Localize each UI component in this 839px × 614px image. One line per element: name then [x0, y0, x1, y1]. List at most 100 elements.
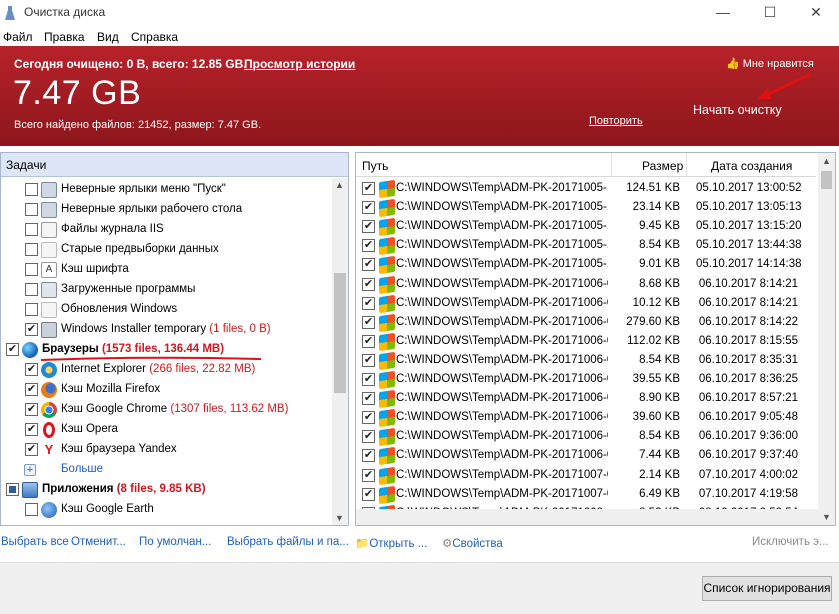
task-row[interactable]: Загруженные программы: [1, 280, 331, 300]
file-checkbox[interactable]: ✔: [362, 239, 375, 253]
properties-button[interactable]: ⚙Свойства: [442, 536, 503, 550]
more-row[interactable]: + Больше: [1, 460, 331, 480]
file-checkbox[interactable]: ✔: [362, 353, 375, 367]
files-scrollbar[interactable]: ▲ ▼: [818, 153, 835, 525]
history-link[interactable]: Просмотр истории: [244, 57, 355, 71]
file-checkbox[interactable]: ✔: [362, 315, 375, 329]
menu-file[interactable]: Файл: [3, 30, 33, 44]
file-row[interactable]: ✔ C:\WINDOWS\Temp\ADM-PK-20171006-0... 8.5…: [356, 427, 816, 447]
maximize-button[interactable]: ☐: [747, 0, 793, 26]
task-checkbox[interactable]: ✔: [25, 443, 38, 456]
task-row[interactable]: Кэш Google Earth: [1, 500, 331, 520]
file-checkbox[interactable]: ✔: [362, 468, 375, 482]
cancel-link[interactable]: Отменит...: [71, 536, 126, 548]
menu-view[interactable]: Вид: [97, 30, 119, 44]
menu-help[interactable]: Справка: [131, 30, 178, 44]
file-row[interactable]: ✔ C:\WINDOWS\Temp\ADM-PK-20171005-1... 9.4…: [356, 217, 816, 237]
task-checkbox[interactable]: ✔: [25, 363, 38, 376]
select-all-link[interactable]: Выбрать все: [1, 536, 69, 548]
file-row[interactable]: ✔ C:\WINDOWS\Temp\ADM-PK-20171005-1... 124…: [356, 179, 816, 199]
scroll-thumb[interactable]: [334, 273, 346, 393]
scroll-thumb[interactable]: [821, 171, 832, 189]
column-date[interactable]: Дата создания: [711, 159, 792, 173]
file-row[interactable]: ✔ C:\WINDOWS\Temp\ADM-PK-20171005-1... 23.…: [356, 198, 816, 218]
file-checkbox[interactable]: ✔: [362, 201, 375, 215]
start-cleanup-button[interactable]: Начать очистку: [693, 103, 782, 117]
task-checkbox[interactable]: [25, 203, 38, 216]
file-checkbox[interactable]: ✔: [362, 182, 375, 195]
open-button[interactable]: 📁Открыть ...: [355, 536, 427, 550]
file-checkbox[interactable]: ✔: [362, 411, 375, 425]
file-checkbox[interactable]: ✔: [362, 334, 375, 348]
close-button[interactable]: ✕: [793, 0, 839, 26]
task-checkbox[interactable]: [25, 223, 38, 236]
group-applications[interactable]: Приложения (8 files, 9.85 KB): [1, 480, 331, 500]
file-checkbox[interactable]: ✔: [362, 487, 375, 501]
task-row[interactable]: ✔ Кэш Opera: [1, 420, 331, 440]
file-row[interactable]: ✔ C:\WINDOWS\Temp\ADM-PK-20171006-0... 10.…: [356, 294, 816, 314]
file-checkbox[interactable]: ✔: [362, 296, 375, 310]
file-checkbox[interactable]: ✔: [362, 373, 375, 386]
select-files-link[interactable]: Выбрать файлы и па...: [227, 536, 349, 548]
menu-edit[interactable]: Правка: [44, 30, 85, 44]
file-checkbox[interactable]: ✔: [362, 392, 375, 406]
task-checkbox[interactable]: [25, 503, 38, 516]
task-row[interactable]: A Кэш шрифта: [1, 260, 331, 280]
scroll-up-icon[interactable]: ▲: [822, 156, 831, 166]
task-checkbox[interactable]: [25, 263, 38, 276]
task-checkbox[interactable]: [25, 243, 38, 256]
file-row[interactable]: ✔ C:\WINDOWS\Temp\ADM-PK-20171007-0... 2.1…: [356, 466, 816, 486]
task-row[interactable]: ✔ Y Кэш браузера Yandex: [1, 440, 331, 460]
task-checkbox[interactable]: ✔: [25, 423, 38, 436]
defaults-link[interactable]: По умолчан...: [139, 536, 211, 548]
file-checkbox[interactable]: ✔: [362, 258, 375, 272]
file-row[interactable]: ✔ C:\WINDOWS\Temp\ADM-PK-20171006-0... 8.6…: [356, 275, 816, 295]
file-row[interactable]: ✔ C:\WINDOWS\Temp\ADM-PK-20171006-0... 112…: [356, 332, 816, 352]
file-row[interactable]: ✔ C:\WINDOWS\Temp\ADM-PK-20171006-0... 8.9…: [356, 389, 816, 409]
file-row[interactable]: ✔ C:\WINDOWS\Temp\ADM-PK-20171006-0... 8.5…: [356, 351, 816, 371]
expand-plus-icon[interactable]: +: [24, 464, 36, 476]
scroll-up-icon[interactable]: ▲: [335, 180, 344, 190]
task-row[interactable]: Неверные ярлыки рабочего стола: [1, 200, 331, 220]
repeat-link[interactable]: Повторить: [589, 115, 643, 127]
column-size[interactable]: Размер: [642, 159, 683, 173]
task-checkbox[interactable]: [25, 283, 38, 296]
task-row[interactable]: Неверные ярлыки меню "Пуск": [1, 180, 331, 200]
task-row[interactable]: Обновления Windows: [1, 300, 331, 320]
tasks-scrollbar[interactable]: ▲ ▼: [332, 178, 348, 525]
exclude-link[interactable]: Исключить э...: [752, 536, 829, 548]
task-row[interactable]: Файлы журнала IIS: [1, 220, 331, 240]
file-checkbox[interactable]: ✔: [362, 277, 375, 291]
file-checkbox[interactable]: ✔: [362, 430, 375, 444]
task-checkbox[interactable]: [25, 183, 38, 196]
file-row[interactable]: ✔ C:\WINDOWS\Temp\ADM-PK-20171005-1... 9.0…: [356, 255, 816, 275]
task-row[interactable]: ✔ Internet Explorer (266 files, 22.82 MB…: [1, 360, 331, 380]
scroll-down-icon[interactable]: ▼: [822, 512, 831, 522]
group-checkbox[interactable]: [6, 483, 19, 496]
column-path[interactable]: Путь: [362, 159, 388, 173]
task-row[interactable]: ✔ Кэш Mozilla Firefox: [1, 380, 331, 400]
task-checkbox[interactable]: ✔: [25, 403, 38, 416]
more-link[interactable]: Больше: [61, 463, 103, 475]
task-row[interactable]: ✔ Windows Installer temporary (1 files, …: [1, 320, 331, 340]
file-row[interactable]: ✔ C:\WINDOWS\Temp\ADM-PK-20171006-0... 39.…: [356, 370, 816, 390]
task-row[interactable]: Старые предвыборки данных: [1, 240, 331, 260]
task-checkbox[interactable]: ✔: [25, 323, 38, 336]
file-row[interactable]: ✔ C:\WINDOWS\Temp\ADM-PK-20171006-0... 279…: [356, 313, 816, 333]
task-checkbox[interactable]: ✔: [25, 383, 38, 396]
minimize-button[interactable]: —: [700, 0, 746, 26]
task-row[interactable]: ✔ Кэш Google Chrome (1307 files, 113.62 …: [1, 400, 331, 420]
file-checkbox[interactable]: ✔: [362, 220, 375, 234]
files-hscrollbar[interactable]: [356, 509, 818, 525]
file-row[interactable]: ✔ C:\WINDOWS\Temp\ADM-PK-20171005-1... 8.5…: [356, 236, 816, 256]
file-row[interactable]: ✔ C:\WINDOWS\Temp\ADM-PK-20171006-0... 39.…: [356, 408, 816, 428]
like-button[interactable]: 👍 Мне нравится: [726, 57, 814, 70]
file-row[interactable]: ✔ C:\WINDOWS\Temp\ADM-PK-20171007-0... 6.4…: [356, 485, 816, 505]
task-checkbox[interactable]: [25, 303, 38, 316]
ignore-list-button[interactable]: Список игнорирования: [702, 576, 832, 601]
scroll-down-icon[interactable]: ▼: [335, 513, 344, 523]
thumbs-up-icon: 👍: [726, 58, 740, 70]
group-checkbox[interactable]: ✔: [6, 343, 19, 356]
file-checkbox[interactable]: ✔: [362, 449, 375, 463]
file-row[interactable]: ✔ C:\WINDOWS\Temp\ADM-PK-20171006-0... 7.4…: [356, 446, 816, 466]
